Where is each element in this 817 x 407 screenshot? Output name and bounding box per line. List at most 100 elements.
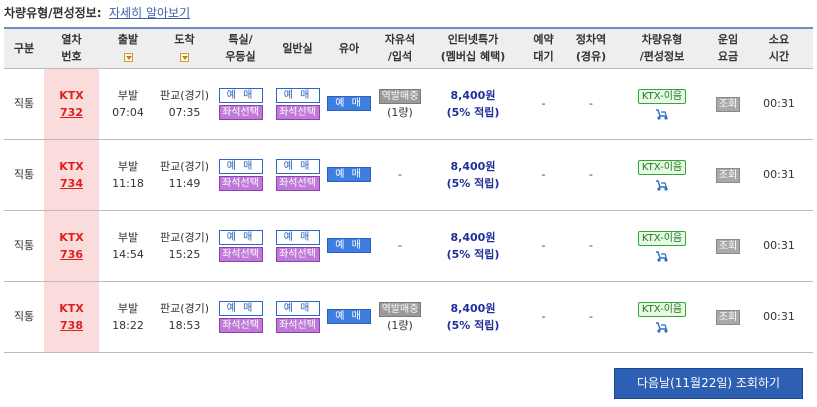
internet-price: 8,400원 <box>450 230 496 244</box>
general-cell: 예 매 좌석선택 <box>269 139 326 211</box>
stop-station-cell: - <box>569 68 613 140</box>
general-book-button[interactable]: 예 매 <box>275 158 320 174</box>
general-seat-select-button[interactable]: 좌석선택 <box>275 175 320 191</box>
schedule-table: 구분 열차 번호 출발 도착 특실/우등실 일반실 유아 자유석/입석 인터넷특가… <box>4 27 813 353</box>
general-book-button[interactable]: 예 매 <box>275 300 320 316</box>
general-cell: 예 매 좌석선택 <box>269 210 326 282</box>
col-type: 구분 <box>4 27 44 69</box>
infant-cell: 예 매 <box>326 281 372 353</box>
arrive-cell: 판교(경기) 11:49 <box>157 139 212 211</box>
fare-lookup-button[interactable]: 조회 <box>715 168 741 183</box>
fare-lookup-button[interactable]: 조회 <box>715 97 741 112</box>
depart-time: 11:18 <box>112 176 144 190</box>
sort-arrive-icon[interactable] <box>180 52 189 62</box>
car-type-badge[interactable]: KTX-이음 <box>637 231 687 246</box>
duration-cell: 00:31 <box>745 210 813 282</box>
special-cell: 예 매 좌석선택 <box>212 210 269 282</box>
reserve-wait-cell: - <box>518 281 569 353</box>
duration-cell: 00:31 <box>745 281 813 353</box>
membership-point: (5% 적립) <box>446 105 500 119</box>
duration-cell: 00:31 <box>745 139 813 211</box>
train-name: KTX <box>59 159 84 173</box>
col-duration: 소요 시간 <box>745 27 813 69</box>
special-book-button[interactable]: 예 매 <box>218 158 263 174</box>
table-header-row: 구분 열차 번호 출발 도착 특실/우등실 일반실 유아 자유석/입석 인터넷특가… <box>4 27 813 69</box>
col-fare-line2: 요금 <box>717 50 739 64</box>
car-type-badge[interactable]: KTX-이음 <box>637 89 687 104</box>
general-book-button[interactable]: 예 매 <box>275 87 320 103</box>
train-number-link[interactable]: 734 <box>45 175 98 192</box>
special-seat-select-button[interactable]: 좌석선택 <box>218 317 263 333</box>
depart-cell: 부발 14:54 <box>99 210 157 282</box>
col-internet: 인터넷특가 (멤버십 혜택) <box>428 27 518 69</box>
col-special-line2: 우등실 <box>225 50 256 64</box>
special-book-button[interactable]: 예 매 <box>218 87 263 103</box>
train-name: KTX <box>59 301 84 315</box>
special-cell: 예 매 좌석선택 <box>212 139 269 211</box>
special-book-button[interactable]: 예 매 <box>218 300 263 316</box>
standing-count: (1량) <box>387 105 413 119</box>
station-sale-button[interactable]: 역발매중 <box>378 88 422 104</box>
col-internet-line1: 인터넷특가 <box>447 33 499 47</box>
general-cell: 예 매 좌석선택 <box>269 68 326 140</box>
infant-book-button[interactable]: 예 매 <box>327 309 371 324</box>
infant-book-button[interactable]: 예 매 <box>327 238 371 253</box>
col-standing-line1: 자유석 <box>384 33 416 47</box>
vehicle-info-bar: 차량유형/편성정보: 자세히 알아보기 <box>4 4 190 22</box>
col-arrive-label: 도착 <box>174 33 195 47</box>
car-type-cell: KTX-이음 <box>613 139 711 211</box>
special-cell: 예 매 좌석선택 <box>212 68 269 140</box>
general-seat-select-button[interactable]: 좌석선택 <box>275 246 320 262</box>
depart-station: 부발 <box>117 301 139 315</box>
train-number-link[interactable]: 738 <box>45 317 98 334</box>
infant-book-button[interactable]: 예 매 <box>327 96 371 111</box>
arrive-time: 07:35 <box>168 105 201 119</box>
special-seat-select-button[interactable]: 좌석선택 <box>218 246 263 262</box>
reserve-wait-cell: - <box>518 139 569 211</box>
row-type: 직통 <box>4 281 44 353</box>
col-arrive: 도착 <box>157 27 212 69</box>
depart-time: 07:04 <box>112 105 144 119</box>
internet-price: 8,400원 <box>450 159 496 173</box>
col-reserve-wait: 예약 대기 <box>518 27 569 69</box>
table-row: 직통 KTX 736 부발 14:54 판교(경기) 15:25 예 매 좌석선택 예 … <box>4 210 813 282</box>
car-type-badge[interactable]: KTX-이음 <box>637 302 687 317</box>
car-type-cell: KTX-이음 <box>613 210 711 282</box>
duration-cell: 00:31 <box>745 68 813 140</box>
col-stop-station: 정차역 (경유) <box>569 27 613 69</box>
depart-cell: 부발 18:22 <box>99 281 157 353</box>
depart-time: 14:54 <box>112 247 144 261</box>
arrive-station: 판교(경기) <box>159 159 210 173</box>
special-seat-select-button[interactable]: 좌석선택 <box>218 104 263 120</box>
infant-book-button[interactable]: 예 매 <box>327 167 371 182</box>
train-number-link[interactable]: 736 <box>45 246 98 263</box>
general-seat-select-button[interactable]: 좌석선택 <box>275 104 320 120</box>
general-book-button[interactable]: 예 매 <box>275 229 320 245</box>
next-day-search-button[interactable]: 다음날(11월22일) 조회하기 <box>614 368 803 399</box>
car-type-badge[interactable]: KTX-이음 <box>637 160 687 175</box>
infant-cell: 예 매 <box>326 210 372 282</box>
station-sale-button[interactable]: 역발매중 <box>378 301 422 317</box>
fare-lookup-button[interactable]: 조회 <box>715 310 741 325</box>
train-number-link[interactable]: 732 <box>45 104 98 121</box>
wheelchair-icon <box>656 109 668 120</box>
col-car-type-line2: /편성정보 <box>639 50 685 64</box>
standing-count: (1량) <box>387 318 413 332</box>
special-book-button[interactable]: 예 매 <box>218 229 263 245</box>
general-seat-select-button[interactable]: 좌석선택 <box>275 317 320 333</box>
col-duration-line2: 시간 <box>768 50 790 64</box>
fare-cell: 조회 <box>711 210 745 282</box>
standing-cell: - <box>372 139 428 211</box>
arrive-station: 판교(경기) <box>159 301 210 315</box>
fare-lookup-button[interactable]: 조회 <box>715 239 741 254</box>
learn-more-link[interactable]: 자세히 알아보기 <box>109 6 190 20</box>
internet-price: 8,400원 <box>450 88 496 102</box>
col-reserve-wait-line2: 대기 <box>533 50 554 64</box>
col-car-type: 차량유형/편성정보 <box>613 27 711 69</box>
internet-cell: 8,400원 (5% 적립) <box>428 68 518 140</box>
col-standing-line2: /입석 <box>387 50 413 64</box>
sort-depart-icon[interactable] <box>123 52 133 62</box>
col-fare: 운임 요금 <box>711 27 745 69</box>
special-seat-select-button[interactable]: 좌석선택 <box>218 175 263 191</box>
train-cell: KTX 732 <box>44 68 99 140</box>
